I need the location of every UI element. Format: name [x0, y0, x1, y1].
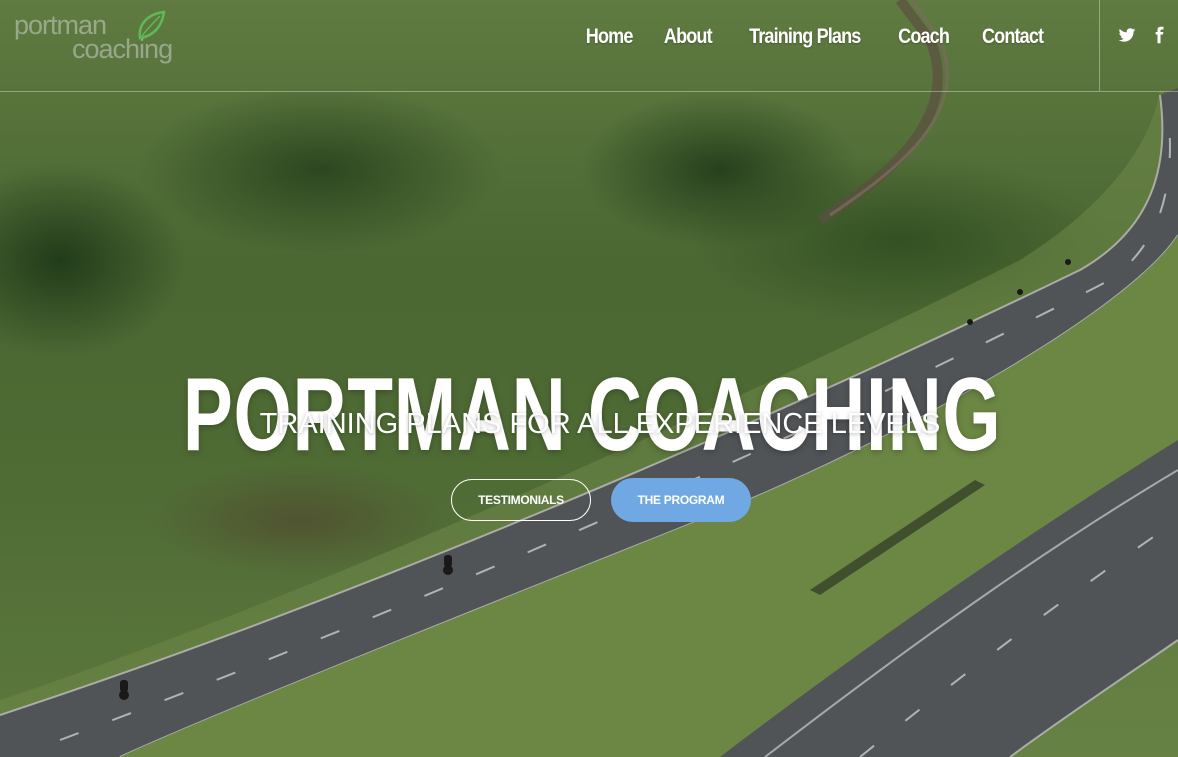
nav-about[interactable]: About: [654, 22, 723, 52]
nav-coach[interactable]: Coach: [887, 22, 959, 52]
hero-subtitle: TRAINING PLANS FOR ALL EXPERIENCE LEVELS: [259, 408, 941, 440]
nav-home[interactable]: Home: [576, 22, 643, 52]
facebook-icon[interactable]: [1150, 26, 1170, 46]
social-links: [1118, 26, 1170, 46]
the-program-button[interactable]: THE PROGRAM: [611, 478, 751, 522]
site-logo[interactable]: portman coaching: [14, 8, 214, 64]
nav-contact[interactable]: Contact: [971, 22, 1053, 52]
nav-training-plans[interactable]: Training Plans: [739, 22, 871, 52]
leaf-icon: [138, 10, 166, 40]
header-divider: [1099, 0, 1100, 91]
main-nav: Home About Training Plans Coach Contact: [570, 22, 1060, 52]
site-header: portman coaching Home About Training Pla…: [0, 0, 1178, 92]
testimonials-button[interactable]: TESTIMONIALS: [451, 479, 591, 521]
twitter-icon[interactable]: [1118, 26, 1138, 46]
